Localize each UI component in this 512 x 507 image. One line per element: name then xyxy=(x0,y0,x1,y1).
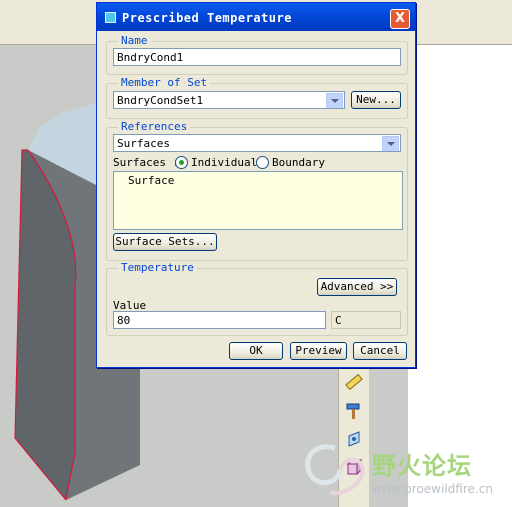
ruler-icon[interactable] xyxy=(345,373,363,391)
surface-list[interactable]: Surface xyxy=(113,171,403,230)
list-item[interactable]: Surface xyxy=(128,174,174,187)
reference-type-value: Surfaces xyxy=(117,137,170,150)
title-app-icon xyxy=(105,12,116,23)
watermark-title: 野火论坛 xyxy=(372,452,472,480)
references-label: References xyxy=(118,120,191,133)
name-input[interactable]: BndryCond1 xyxy=(113,48,401,66)
set-select-value: BndryCondSet1 xyxy=(117,94,204,107)
reference-type-select[interactable]: Surfaces xyxy=(113,134,401,152)
title-bar[interactable]: Prescribed Temperature X xyxy=(97,3,415,31)
radio-boundary[interactable] xyxy=(256,156,269,169)
ok-button[interactable]: OK xyxy=(229,342,283,360)
radio-individual[interactable] xyxy=(175,156,188,169)
prescribed-temperature-dialog: Prescribed Temperature X Name BndryCond1… xyxy=(96,2,416,368)
watermark-logo-icon xyxy=(305,444,365,496)
new-set-button[interactable]: New... xyxy=(351,91,401,109)
temperature-unit: C xyxy=(331,311,401,329)
chevron-down-icon[interactable] xyxy=(326,93,343,108)
member-of-set-label: Member of Set xyxy=(118,76,211,89)
advanced-button[interactable]: Advanced >> xyxy=(317,278,397,296)
radio-boundary-label[interactable]: Boundary xyxy=(272,156,325,169)
hammer-icon[interactable] xyxy=(345,402,363,420)
surfaces-mode-label: Surfaces : xyxy=(113,156,180,169)
cancel-button[interactable]: Cancel xyxy=(353,342,407,360)
close-icon[interactable]: X xyxy=(390,9,410,29)
temperature-label: Temperature xyxy=(118,261,197,274)
radio-individual-label[interactable]: Individual xyxy=(191,156,257,169)
preview-button[interactable]: Preview xyxy=(290,342,347,360)
background-panel xyxy=(408,45,512,507)
set-select[interactable]: BndryCondSet1 xyxy=(113,91,345,109)
temperature-value-input[interactable]: 80 xyxy=(113,311,326,329)
surface-sets-button[interactable]: Surface Sets... xyxy=(113,233,217,251)
dialog-title: Prescribed Temperature xyxy=(122,11,292,25)
chevron-down-icon[interactable] xyxy=(382,136,399,151)
name-group-label: Name xyxy=(118,34,151,47)
watermark-url: www.proewildfire.cn xyxy=(372,482,493,496)
